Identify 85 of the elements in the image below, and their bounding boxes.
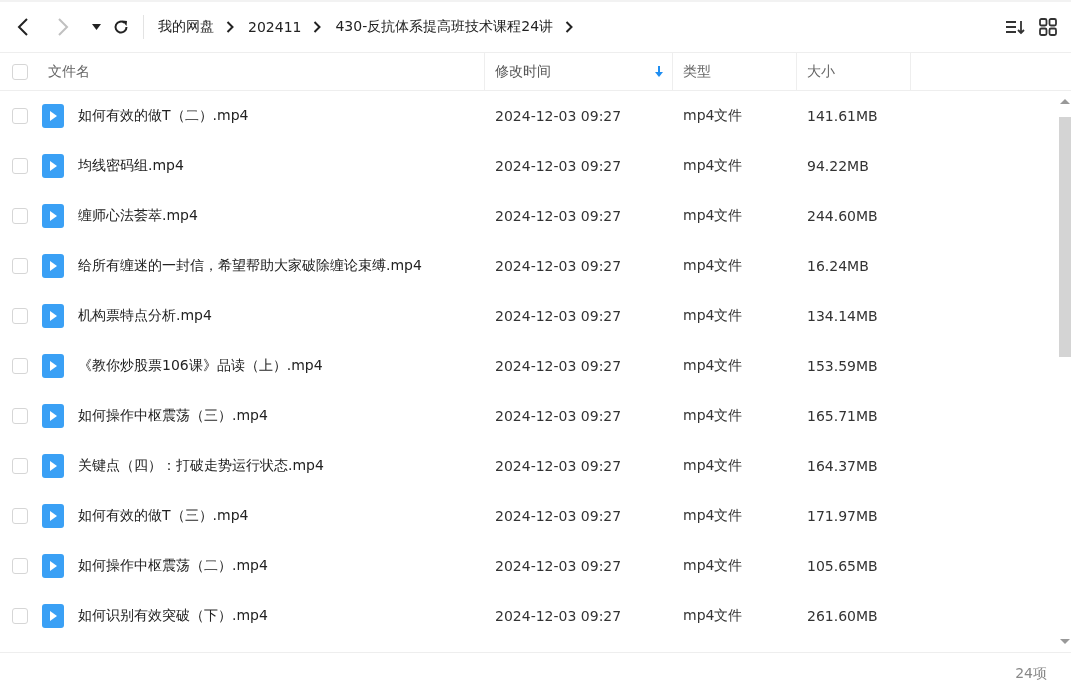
file-type: mp4文件 [683,607,743,623]
breadcrumb-link[interactable]: 我的网盘 [158,18,214,36]
modified-time: 2024-12-03 09:27 [495,158,622,174]
chevron-right-icon [226,21,234,33]
video-file-icon [42,454,64,478]
row-checkbox[interactable] [12,358,28,374]
file-size: 164.37MB [807,458,878,474]
modified-time: 2024-12-03 09:27 [495,508,622,524]
modified-time: 2024-12-03 09:27 [495,358,622,374]
row-checkbox[interactable] [12,208,28,224]
video-file-icon [42,404,64,428]
file-name[interactable]: 如何操作中枢震荡（二）.mp4 [78,557,268,575]
file-name[interactable]: 关键点（四）：打破走势运行状态.mp4 [78,457,324,475]
column-header[interactable]: 文件名 [48,62,90,81]
file-size: 153.59MB [807,358,878,374]
file-size: 134.14MB [807,308,878,324]
file-name[interactable]: 《教你炒股票106课》品读（上）.mp4 [78,357,323,375]
file-type: mp4文件 [683,207,743,223]
file-name[interactable]: 缠师心法荟萃.mp4 [78,207,198,225]
scroll-thumb[interactable] [1058,117,1071,357]
file-size: 16.24MB [807,258,869,274]
file-name[interactable]: 如何有效的做T（三）.mp4 [78,507,249,525]
file-size: 94.22MB [807,158,869,174]
refresh-icon[interactable] [113,19,129,35]
video-file-icon [42,554,64,578]
modified-time: 2024-12-03 09:27 [495,258,622,274]
file-name[interactable]: 如何操作中枢震荡（三）.mp4 [78,407,268,425]
item-count: 24项 [1015,665,1047,683]
row-checkbox[interactable] [12,508,28,524]
file-name[interactable]: 均线密码组.mp4 [78,157,184,175]
breadcrumb-link[interactable]: 202411 [248,19,302,35]
file-name[interactable]: 如何有效的做T（二）.mp4 [78,107,249,125]
file-type: mp4文件 [683,357,743,373]
modified-time: 2024-12-03 09:27 [495,558,622,574]
modified-time: 2024-12-03 09:27 [495,208,622,224]
file-size: 261.60MB [807,608,878,624]
grid-view-icon[interactable] [1039,18,1057,36]
sort-icon[interactable] [1005,19,1025,35]
video-file-icon [42,304,64,328]
file-size: 105.65MB [807,558,878,574]
video-file-icon [42,154,64,178]
file-type: mp4文件 [683,507,743,523]
chevron-right-icon [565,21,574,33]
row-checkbox[interactable] [12,458,28,474]
select-all-checkbox[interactable] [12,63,28,80]
file-name[interactable]: 给所有缠迷的一封信，希望帮助大家破除缠论束缚.mp4 [78,257,422,275]
video-file-icon [42,254,64,278]
column-header[interactable]: 大小 [807,62,835,81]
file-type: mp4文件 [683,157,743,173]
modified-time: 2024-12-03 09:27 [495,108,622,124]
video-file-icon [42,354,64,378]
scroll-down-icon[interactable] [1058,638,1071,646]
row-checkbox[interactable] [12,608,28,624]
file-size: 165.71MB [807,408,878,424]
scroll-up-icon[interactable] [1058,97,1071,105]
breadcrumb-link[interactable]: 430-反抗体系提高班技术课程24讲 [335,18,554,36]
modified-time: 2024-12-03 09:27 [495,458,622,474]
dropdown-caret-icon[interactable] [92,24,101,30]
file-type: mp4文件 [683,457,743,473]
video-file-icon [42,504,64,528]
video-file-icon [42,604,64,628]
file-type: mp4文件 [683,407,743,423]
video-file-icon [42,204,64,228]
modified-time: 2024-12-03 09:27 [495,308,622,324]
row-checkbox[interactable] [12,408,28,424]
video-file-icon [42,104,64,128]
row-checkbox[interactable] [12,258,28,274]
chevron-right-icon [313,21,322,33]
row-checkbox[interactable] [12,108,28,124]
row-checkbox[interactable] [12,308,28,324]
file-size: 171.97MB [807,508,878,524]
file-type: mp4文件 [683,557,743,573]
file-type: mp4文件 [683,107,743,123]
column-header[interactable]: 类型 [683,62,711,81]
modified-time: 2024-12-03 09:27 [495,408,622,424]
row-checkbox[interactable] [12,558,28,574]
file-name[interactable]: 机构票特点分析.mp4 [78,307,212,325]
file-type: mp4文件 [683,257,743,273]
file-size: 244.60MB [807,208,878,224]
file-size: 141.61MB [807,108,878,124]
column-header[interactable]: 修改时间 [495,62,551,81]
file-type: mp4文件 [683,307,743,323]
modified-time: 2024-12-03 09:27 [495,608,622,624]
file-name[interactable]: 如何识别有效突破（下）.mp4 [78,607,268,625]
row-checkbox[interactable] [12,158,28,174]
